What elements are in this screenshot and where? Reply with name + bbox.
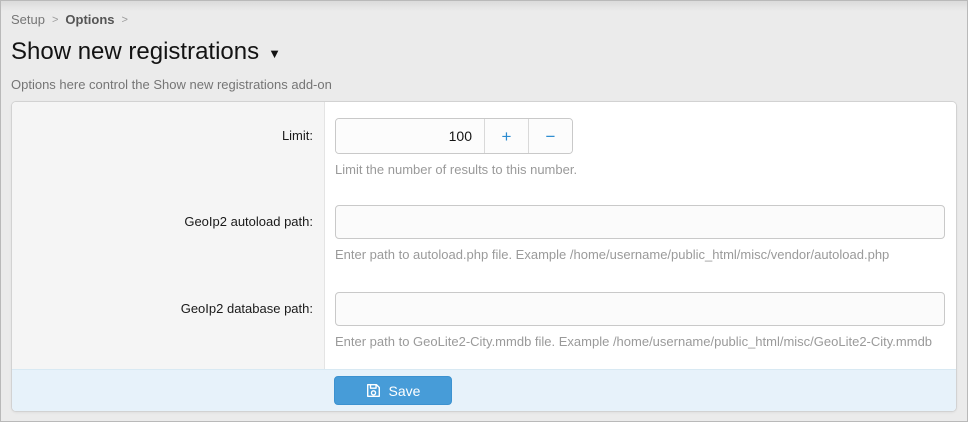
autoload-path-hint: Enter path to autoload.php file. Example… — [335, 247, 945, 262]
database-path-content: Enter path to GeoLite2-City.mmdb file. E… — [324, 292, 956, 349]
breadcrumb-separator: > — [52, 14, 58, 26]
breadcrumb-setup[interactable]: Setup — [11, 12, 45, 27]
database-path-input[interactable] — [335, 292, 945, 326]
page-header: Setup>Options> Show new registrations ▼ … — [11, 11, 955, 92]
page-title: Show new registrations — [11, 38, 259, 66]
limit-hint: Limit the number of results to this numb… — [335, 162, 945, 177]
database-path-hint: Enter path to GeoLite2-City.mmdb file. E… — [335, 334, 945, 349]
breadcrumb-separator: > — [122, 14, 128, 26]
chevron-down-icon: ▼ — [268, 40, 281, 68]
increment-button[interactable]: + — [484, 119, 528, 153]
breadcrumb-options[interactable]: Options — [65, 12, 114, 27]
autoload-path-content: Enter path to autoload.php file. Example… — [324, 205, 956, 262]
breadcrumb: Setup > Options > — [11, 11, 955, 30]
save-button-label: Save — [389, 383, 421, 399]
admin-options-page: Setup>Options> Show new registrations ▼ … — [0, 0, 968, 422]
limit-content: + − Limit the number of results to this … — [324, 118, 956, 177]
option-row-autoload-path: GeoIp2 autoload path: Enter path to auto… — [12, 205, 956, 262]
limit-number-group: + − — [335, 118, 573, 154]
page-title-menu[interactable]: Show new registrations ▼ — [11, 38, 281, 66]
page-subtitle: Options here control the Show new regist… — [11, 77, 955, 92]
autoload-path-label: GeoIp2 autoload path: — [12, 205, 324, 262]
save-bar: Save — [12, 369, 956, 411]
autoload-path-input[interactable] — [335, 205, 945, 239]
option-row-database-path: GeoIp2 database path: Enter path to GeoL… — [12, 292, 956, 349]
options-form-card: Limit: + − Limit the number of results t… — [11, 101, 957, 412]
limit-input[interactable] — [336, 119, 484, 153]
database-path-label: GeoIp2 database path: — [12, 292, 324, 349]
option-row-limit: Limit: + − Limit the number of results t… — [12, 118, 956, 177]
save-floppy-icon — [366, 383, 381, 398]
limit-label: Limit: — [12, 118, 324, 177]
options-form-body: Limit: + − Limit the number of results t… — [12, 102, 956, 369]
decrement-button[interactable]: − — [528, 119, 572, 153]
save-button[interactable]: Save — [334, 376, 452, 405]
